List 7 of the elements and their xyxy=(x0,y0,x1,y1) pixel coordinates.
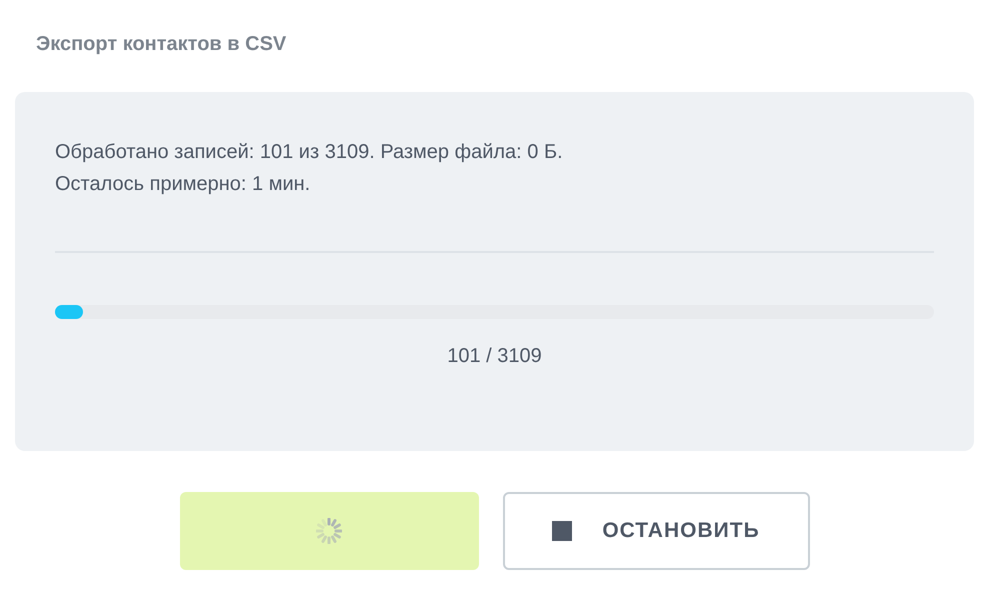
status-text: Обработано записей: 101 из 3109. Размер файла: 0 Б. Осталось примерно: 1 мин. xyxy=(55,140,563,197)
stop-button[interactable]: ОСТАНОВИТЬ xyxy=(502,492,810,570)
stop-icon xyxy=(552,521,572,541)
spinner-icon xyxy=(316,518,342,544)
dialog-title: Экспорт контактов в CSV xyxy=(36,32,286,57)
progress-count: 101 / 3109 xyxy=(447,344,542,369)
loading-button[interactable] xyxy=(180,492,478,570)
